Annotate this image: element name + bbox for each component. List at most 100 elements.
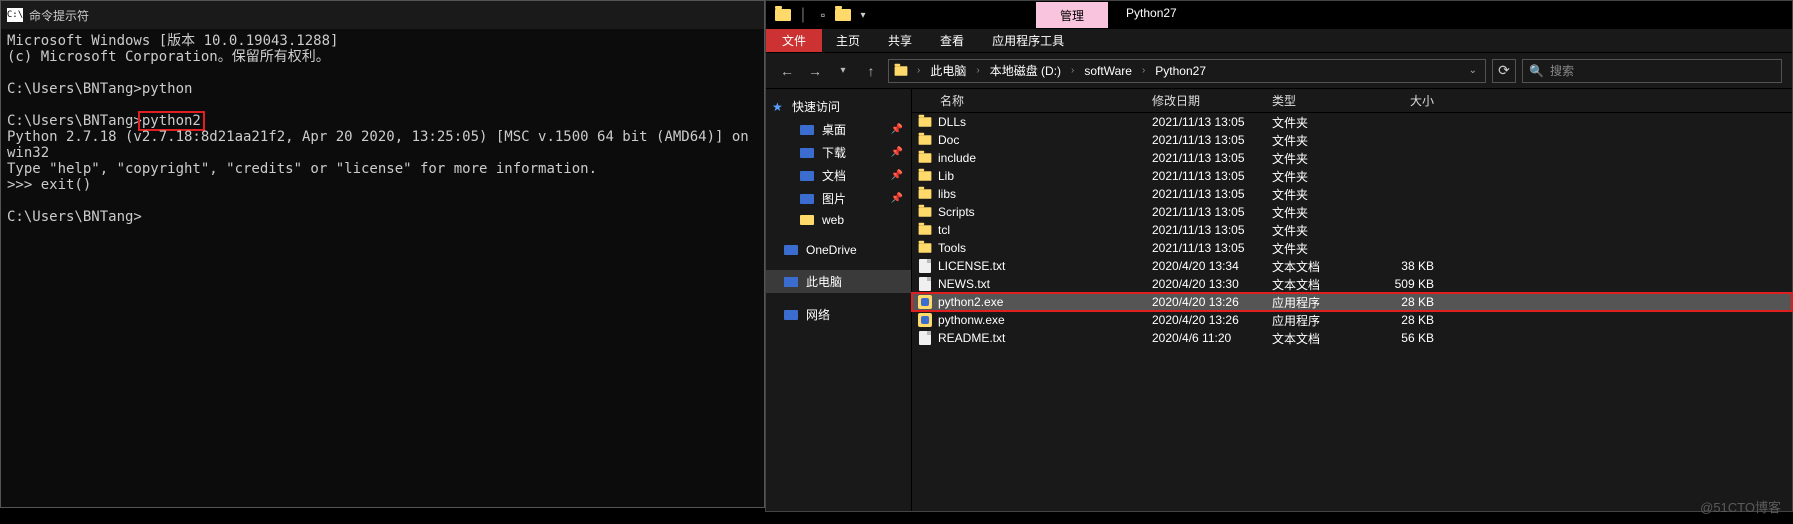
sidebar-pictures[interactable]: 图片 📌: [766, 187, 911, 210]
file-row[interactable]: Tools2021/11/13 13:05文件夹: [912, 239, 1792, 257]
refresh-icon[interactable]: ⟳: [1492, 59, 1516, 83]
folder-icon: [800, 215, 814, 225]
address-bar[interactable]: › 此电脑 › 本地磁盘 (D:) › softWare › Python27 …: [888, 59, 1486, 83]
file-type: 文件夹: [1272, 186, 1368, 203]
col-header-name[interactable]: 名称: [912, 92, 1152, 109]
pictures-icon: [800, 194, 814, 204]
nav-up-icon[interactable]: ↑: [860, 60, 882, 82]
address-dropdown-icon[interactable]: ⌄: [1469, 65, 1481, 76]
col-header-type[interactable]: 类型: [1272, 92, 1368, 109]
file-row[interactable]: Doc2021/11/13 13:05文件夹: [912, 131, 1792, 149]
sidebar-label: 快速访问: [792, 98, 840, 115]
nav-pane: 快速访问 桌面 📌 下载 📌 文档 📌 图片 📌: [766, 89, 912, 511]
file-name: tcl: [938, 223, 1152, 237]
file-row[interactable]: README.txt2020/4/6 11:20文本文档56 KB: [912, 329, 1792, 347]
nav-recent-icon[interactable]: ▾: [832, 60, 854, 82]
file-date: 2021/11/13 13:05: [1152, 223, 1272, 237]
desktop-icon: [800, 125, 814, 135]
file-row[interactable]: libs2021/11/13 13:05文件夹: [912, 185, 1792, 203]
ribbon-tab-share[interactable]: 共享: [874, 29, 926, 52]
file-size: 28 KB: [1368, 313, 1448, 327]
sidebar-this-pc[interactable]: 此电脑: [766, 270, 911, 293]
sidebar-desktop[interactable]: 桌面 📌: [766, 118, 911, 141]
search-icon: 🔍: [1529, 64, 1544, 78]
pin-icon: 📌: [891, 193, 903, 204]
file-type: 应用程序: [1272, 312, 1368, 329]
file-row[interactable]: python2.exe2020/4/20 13:26应用程序28 KB: [912, 293, 1792, 311]
breadcrumb-0[interactable]: 此电脑: [928, 62, 968, 79]
ribbon-tab-view[interactable]: 查看: [926, 29, 978, 52]
ribbon-tab-app-tools[interactable]: 应用程序工具: [978, 29, 1078, 52]
ribbon-tab-file[interactable]: 文件: [766, 29, 822, 52]
file-date: 2021/11/13 13:05: [1152, 187, 1272, 201]
file-date: 2021/11/13 13:05: [1152, 151, 1272, 165]
cmd-title-text: 命令提示符: [29, 7, 89, 24]
file-name: Scripts: [938, 205, 1152, 219]
file-type: 文件夹: [1272, 150, 1368, 167]
file-name: DLLs: [938, 115, 1152, 129]
column-headers[interactable]: 名称 修改日期 类型 大小: [912, 89, 1792, 113]
sidebar-web[interactable]: web: [766, 210, 911, 230]
address-folder-icon: [895, 66, 908, 76]
file-row[interactable]: Scripts2021/11/13 13:05文件夹: [912, 203, 1792, 221]
file-row[interactable]: DLLs2021/11/13 13:05文件夹: [912, 113, 1792, 131]
chevron-right-icon[interactable]: ›: [1138, 65, 1149, 76]
file-row[interactable]: LICENSE.txt2020/4/20 13:34文本文档38 KB: [912, 257, 1792, 275]
chevron-right-icon[interactable]: ›: [972, 65, 983, 76]
qa-dropdown-icon[interactable]: ▾: [854, 6, 872, 24]
col-header-size[interactable]: 大小: [1368, 92, 1448, 109]
folder-icon: [919, 189, 932, 199]
breadcrumb-2[interactable]: softWare: [1082, 64, 1134, 78]
folder-icon: [919, 117, 932, 127]
chevron-right-icon[interactable]: ›: [1067, 65, 1078, 76]
file-date: 2020/4/20 13:26: [1152, 313, 1272, 327]
file-date: 2021/11/13 13:05: [1152, 205, 1272, 219]
ribbon-tab-home[interactable]: 主页: [822, 29, 874, 52]
ribbon-tabs: 文件 主页 共享 查看 应用程序工具: [766, 29, 1792, 53]
file-size: 38 KB: [1368, 259, 1448, 273]
file-name: libs: [938, 187, 1152, 201]
file-type: 文本文档: [1272, 330, 1368, 347]
file-name: README.txt: [938, 331, 1152, 345]
file-name: NEWS.txt: [938, 277, 1152, 291]
qa-folder-icon-2[interactable]: [834, 6, 852, 24]
sidebar-documents[interactable]: 文档 📌: [766, 164, 911, 187]
downloads-icon: [800, 148, 814, 158]
pin-icon: 📌: [891, 124, 903, 135]
qa-folder-icon[interactable]: [774, 6, 792, 24]
breadcrumb-3[interactable]: Python27: [1153, 64, 1208, 78]
file-row[interactable]: pythonw.exe2020/4/20 13:26应用程序28 KB: [912, 311, 1792, 329]
qa-divider: |: [794, 6, 812, 24]
sidebar-label: 文档: [822, 167, 846, 184]
sidebar-network[interactable]: 网络: [766, 303, 911, 326]
explorer-title-bar[interactable]: | ▫ ▾ 管理 Python27: [766, 1, 1792, 29]
sidebar-label: OneDrive: [806, 243, 857, 257]
breadcrumb-1[interactable]: 本地磁盘 (D:): [988, 62, 1063, 79]
sidebar-onedrive[interactable]: OneDrive: [766, 240, 911, 260]
file-row[interactable]: NEWS.txt2020/4/20 13:30文本文档509 KB: [912, 275, 1792, 293]
nav-back-icon[interactable]: ←: [776, 60, 798, 82]
cmd-output[interactable]: Microsoft Windows [版本 10.0.19043.1288] (…: [1, 29, 764, 507]
file-type: 文件夹: [1272, 132, 1368, 149]
nav-forward-icon[interactable]: →: [804, 60, 826, 82]
contextual-tab-manage[interactable]: 管理: [1036, 2, 1108, 28]
cmd-title-bar[interactable]: C:\ 命令提示符: [1, 1, 764, 29]
file-name: python2.exe: [938, 295, 1152, 309]
search-box[interactable]: 🔍 搜索: [1522, 59, 1782, 83]
file-row[interactable]: tcl2021/11/13 13:05文件夹: [912, 221, 1792, 239]
pin-icon: 📌: [891, 147, 903, 158]
file-type: 文件夹: [1272, 240, 1368, 257]
file-date: 2020/4/20 13:34: [1152, 259, 1272, 273]
file-row[interactable]: include2021/11/13 13:05文件夹: [912, 149, 1792, 167]
folder-icon: [919, 207, 932, 217]
sidebar-downloads[interactable]: 下载 📌: [766, 141, 911, 164]
sidebar-quick-access[interactable]: 快速访问: [766, 95, 911, 118]
file-row[interactable]: Lib2021/11/13 13:05文件夹: [912, 167, 1792, 185]
col-header-date[interactable]: 修改日期: [1152, 92, 1272, 109]
nav-bar: ← → ▾ ↑ › 此电脑 › 本地磁盘 (D:) › softWare › P…: [766, 53, 1792, 89]
qa-new-icon[interactable]: ▫: [814, 6, 832, 24]
sidebar-label: 此电脑: [806, 273, 842, 290]
folder-icon: [919, 225, 932, 235]
chevron-right-icon[interactable]: ›: [913, 65, 924, 76]
file-type: 文件夹: [1272, 222, 1368, 239]
